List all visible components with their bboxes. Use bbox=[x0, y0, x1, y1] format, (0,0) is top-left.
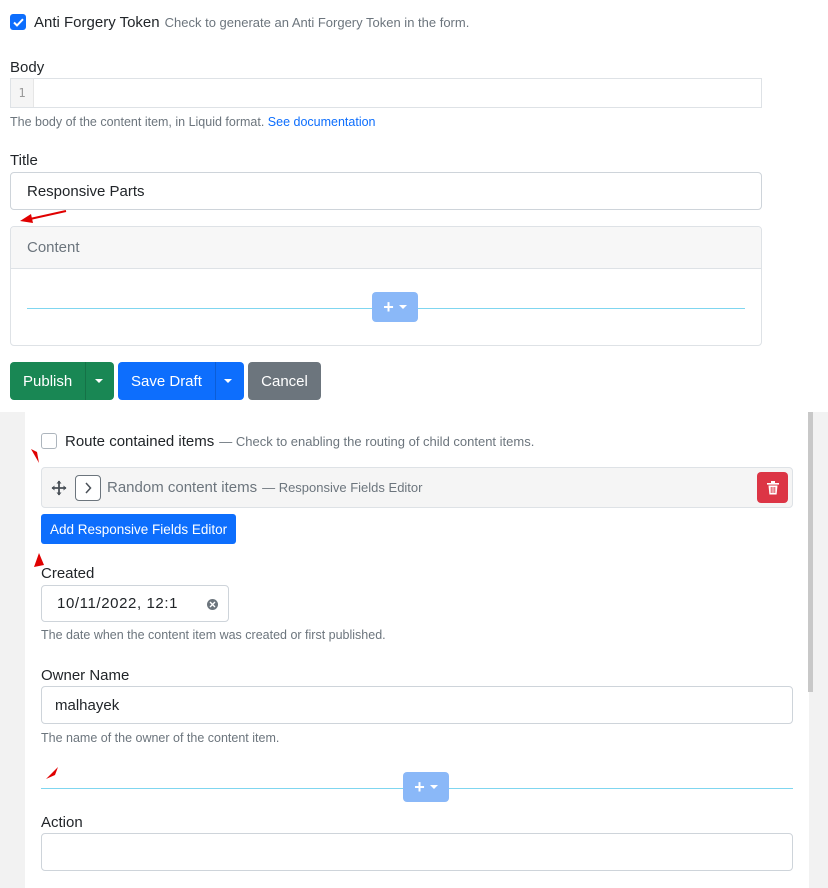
created-label: Created bbox=[41, 565, 95, 582]
clear-icon[interactable] bbox=[207, 599, 218, 610]
caret-down-icon bbox=[429, 785, 438, 789]
route-items-row: Route contained items — Check to enablin… bbox=[41, 430, 534, 452]
created-date-value: 10/11/2022, 12:1 bbox=[57, 595, 179, 612]
annotation-arrow-icon bbox=[20, 210, 67, 223]
route-items-hint: — Check to enabling the routing of child… bbox=[219, 433, 535, 449]
action-input[interactable] bbox=[41, 833, 793, 871]
expand-button[interactable] bbox=[75, 474, 101, 501]
delete-button[interactable] bbox=[757, 472, 788, 503]
cancel-label: Cancel bbox=[261, 372, 308, 390]
created-hint: The date when the content item was creat… bbox=[41, 628, 386, 642]
anti-forgery-label[interactable]: Anti Forgery Token bbox=[34, 14, 160, 31]
action-label: Action bbox=[41, 814, 83, 831]
anti-forgery-hint: Check to generate an Anti Forgery Token … bbox=[164, 14, 470, 30]
contained-item-row: Random content items — Responsive Fields… bbox=[41, 467, 793, 508]
body-hint-text: The body of the content item, in Liquid … bbox=[10, 115, 265, 129]
body-code-editor[interactable]: 1 bbox=[10, 78, 762, 108]
publish-split-button: Publish bbox=[10, 362, 114, 400]
add-responsive-fields-editor-button[interactable]: Add Responsive Fields Editor bbox=[41, 514, 237, 544]
caret-down-icon bbox=[398, 305, 407, 309]
title-label: Title bbox=[10, 152, 38, 169]
scrollbar-thumb[interactable] bbox=[808, 412, 813, 692]
content-panel-header: Content bbox=[11, 227, 761, 269]
publish-button[interactable]: Publish bbox=[10, 362, 85, 400]
add-widget-button[interactable]: + bbox=[403, 772, 449, 802]
annotation-arrow-icon bbox=[34, 553, 44, 567]
trash-icon bbox=[766, 480, 779, 494]
save-draft-split-button: Save Draft bbox=[118, 362, 244, 400]
checkmark-icon bbox=[12, 18, 24, 27]
content-panel: Content bbox=[10, 226, 762, 346]
body-label: Body bbox=[10, 59, 45, 76]
add-widget-button[interactable]: + bbox=[372, 292, 418, 322]
plus-icon: + bbox=[383, 297, 394, 317]
owner-name-label: Owner Name bbox=[41, 667, 130, 684]
save-draft-dropdown-toggle[interactable] bbox=[214, 362, 241, 400]
route-items-checkbox[interactable] bbox=[41, 433, 57, 449]
title-input[interactable]: Responsive Parts bbox=[10, 172, 762, 210]
annotation-arrow-icon bbox=[46, 767, 58, 779]
caret-down-icon bbox=[224, 379, 233, 383]
move-icon[interactable] bbox=[51, 480, 67, 496]
save-draft-button[interactable]: Save Draft bbox=[118, 362, 215, 400]
anti-forgery-checkbox[interactable] bbox=[10, 14, 26, 30]
see-documentation-link[interactable]: See documentation bbox=[268, 115, 376, 129]
chevron-right-icon bbox=[85, 481, 92, 494]
cancel-button[interactable]: Cancel bbox=[248, 362, 321, 400]
route-items-label[interactable]: Route contained items bbox=[65, 433, 214, 450]
plus-icon: + bbox=[414, 777, 425, 797]
anti-forgery-row: Anti Forgery Token Check to generate an … bbox=[10, 11, 469, 33]
contained-item-subtitle: — Responsive Fields Editor bbox=[262, 480, 423, 495]
owner-name-input[interactable]: malhayek bbox=[41, 686, 793, 724]
caret-down-icon bbox=[94, 379, 103, 383]
owner-name-value: malhayek bbox=[55, 696, 120, 714]
contained-item-title: Random content items bbox=[107, 479, 258, 496]
annotation-arrow-icon bbox=[31, 449, 39, 463]
owner-name-hint: The name of the owner of the content ite… bbox=[41, 731, 280, 745]
publish-dropdown-toggle[interactable] bbox=[85, 362, 111, 400]
created-date-input[interactable]: 10/11/2022, 12:1 bbox=[41, 585, 229, 622]
body-hint: The body of the content item, in Liquid … bbox=[10, 115, 376, 129]
title-input-value: Responsive Parts bbox=[27, 182, 145, 200]
line-number-gutter: 1 bbox=[11, 79, 34, 107]
